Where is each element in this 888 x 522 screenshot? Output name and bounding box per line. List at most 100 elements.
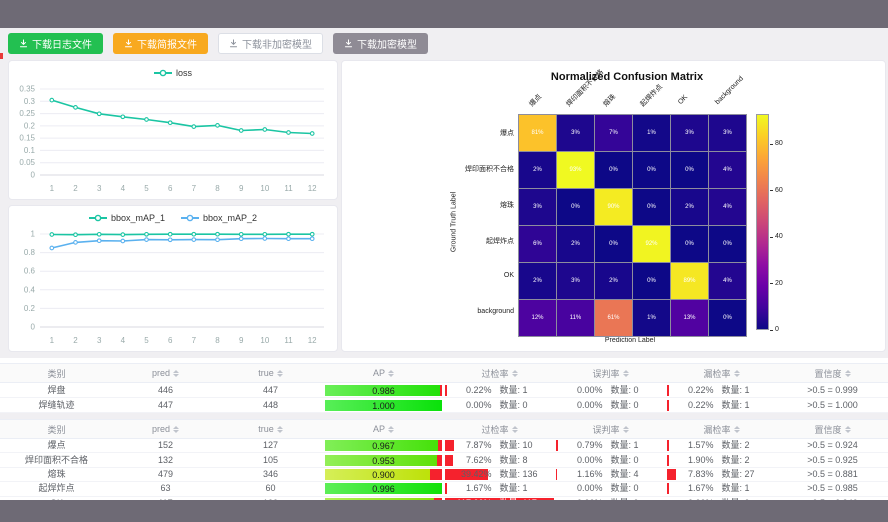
cm-cell-1-2: 0% (595, 152, 632, 188)
download-icon (344, 39, 353, 48)
svg-text:11: 11 (284, 184, 293, 193)
download-icon (124, 39, 133, 48)
sort-caret-icon[interactable] (623, 426, 629, 433)
svg-text:3: 3 (97, 184, 102, 193)
pct-bar-track: 39.42%数量: 136 (445, 469, 554, 480)
column-header-2[interactable]: true (218, 368, 323, 378)
pct-bar-track: 0.00%数量: 0 (556, 400, 665, 411)
column-header-3[interactable]: AP (323, 424, 444, 434)
legend-item-bbox_mAP_1[interactable]: bbox_mAP_1 (89, 213, 165, 223)
miss-detect-cell: 1.90%数量: 2 (666, 455, 777, 466)
ap-value: 0.900 (325, 470, 442, 480)
column-header-1[interactable]: pred (113, 368, 218, 378)
count-text: 数量: 10 (500, 440, 552, 451)
sort-caret-icon[interactable] (388, 426, 394, 433)
table-row: 爆点1521270.9677.87%数量: 100.79%数量: 11.57%数… (0, 439, 888, 453)
legend-marker (181, 214, 199, 222)
confusion-matrix-title: Normalized Confusion Matrix (442, 71, 812, 83)
svg-text:9: 9 (239, 184, 244, 193)
cm-cell-3-0: 6% (519, 226, 556, 262)
pred-value: 132 (113, 456, 218, 465)
column-header-label: 漏检率 (703, 423, 730, 436)
cm-row-label: 爆点 (408, 128, 514, 138)
pct-bar-track: 1.57%数量: 2 (667, 440, 776, 451)
ap-bar-track: 0.953 (325, 455, 442, 466)
pct-text: 1.57% (670, 440, 714, 451)
download-log-file-button[interactable]: 下载日志文件 (8, 33, 103, 54)
column-header-label: 过检率 (481, 367, 508, 380)
colorbar-tick-mark (770, 144, 773, 145)
true-value: 105 (218, 456, 323, 465)
class-name: 焊印面积不合格 (0, 456, 113, 465)
colorbar-tick-label: 80 (775, 140, 783, 147)
line-chart-canvas: 00.20.40.60.81123456789101112 (10, 224, 336, 349)
pct-text: 0.00% (559, 455, 603, 466)
legend-item-bbox_mAP_2[interactable]: bbox_mAP_2 (181, 213, 257, 223)
ap-bar-track: 0.900 (325, 469, 442, 480)
sort-caret-icon[interactable] (845, 370, 851, 377)
cm-cell-0-2: 7% (595, 115, 632, 151)
column-header-1[interactable]: pred (113, 424, 218, 434)
svg-text:0.6: 0.6 (24, 267, 36, 276)
confusion-matrix-xlabel: Prediction Label (518, 337, 742, 344)
column-header-4[interactable]: 过检率 (444, 367, 555, 380)
svg-text:3: 3 (97, 336, 102, 345)
sort-caret-icon[interactable] (173, 426, 179, 433)
svg-text:7: 7 (192, 184, 197, 193)
sort-caret-icon[interactable] (277, 426, 283, 433)
confidence-value: >0.5 = 1.000 (777, 401, 888, 410)
download-encrypted-model-button[interactable]: 下载加密模型 (333, 33, 428, 54)
sort-caret-icon[interactable] (512, 370, 518, 377)
pct-value: 39.42%数量: 136 (445, 469, 554, 480)
pct-value: 1.90%数量: 2 (667, 455, 776, 466)
sort-caret-icon[interactable] (388, 370, 394, 377)
cm-row-label: 焊印面积不合格 (408, 164, 514, 174)
colorbar-tick-label: 20 (775, 280, 783, 287)
misjudge-cell: 0.00%数量: 0 (555, 483, 666, 494)
cm-cell-3-3: 92% (633, 226, 670, 262)
download-plain-model-button[interactable]: 下载非加密模型 (218, 33, 323, 54)
column-header-7[interactable]: 置信度 (777, 423, 888, 436)
column-header-6[interactable]: 漏检率 (666, 367, 777, 380)
column-header-2[interactable]: true (218, 424, 323, 434)
cm-col-label: 起焊炸点 (638, 82, 665, 109)
column-header-3[interactable]: AP (323, 368, 444, 378)
sort-caret-icon[interactable] (512, 426, 518, 433)
pct-text: 1.90% (670, 455, 714, 466)
svg-text:10: 10 (260, 336, 269, 345)
sort-caret-icon[interactable] (623, 370, 629, 377)
column-header-5[interactable]: 误判率 (555, 367, 666, 380)
pct-bar-track: 0.22%数量: 1 (667, 400, 776, 411)
sort-caret-icon[interactable] (277, 370, 283, 377)
sort-caret-icon[interactable] (734, 426, 740, 433)
pct-text: 0.22% (670, 400, 714, 411)
cm-cell-0-3: 1% (633, 115, 670, 151)
column-header-4[interactable]: 过检率 (444, 423, 555, 436)
column-header-6[interactable]: 漏检率 (666, 423, 777, 436)
sort-caret-icon[interactable] (173, 370, 179, 377)
download-report-file-button[interactable]: 下载简报文件 (113, 33, 208, 54)
column-header-5[interactable]: 误判率 (555, 423, 666, 436)
table-row: 熔珠4793460.90039.42%数量: 1361.16%数量: 47.83… (0, 468, 888, 482)
cm-cell-5-4: 13% (671, 300, 708, 336)
sort-caret-icon[interactable] (734, 370, 740, 377)
cm-cell-2-2: 90% (595, 189, 632, 225)
table-header-row: 类别 predtrueAP过检率误判率 漏检率 置信度 (0, 419, 888, 439)
legend-item-loss[interactable]: loss (154, 68, 192, 78)
svg-text:0: 0 (31, 323, 36, 332)
pct-value: 7.87%数量: 10 (445, 440, 554, 451)
cm-cell-3-2: 0% (595, 226, 632, 262)
misjudge-cell: 1.16%数量: 4 (555, 469, 666, 480)
sort-caret-icon[interactable] (845, 426, 851, 433)
colorbar-tick-mark (770, 237, 773, 238)
button-label: 下载加密模型 (357, 36, 417, 51)
ap-value: 0.986 (325, 386, 442, 396)
pct-bar-track: 1.67%数量: 1 (445, 483, 554, 494)
column-header-label: 类别 (47, 423, 65, 436)
svg-text:0.3: 0.3 (24, 97, 36, 106)
over-detect-cell: 39.42%数量: 136 (444, 469, 555, 480)
pred-value: 152 (113, 441, 218, 450)
pct-bar-track: 1.67%数量: 1 (667, 483, 776, 494)
column-header-7[interactable]: 置信度 (777, 367, 888, 380)
pct-bar-track: 0.00%数量: 0 (445, 400, 554, 411)
